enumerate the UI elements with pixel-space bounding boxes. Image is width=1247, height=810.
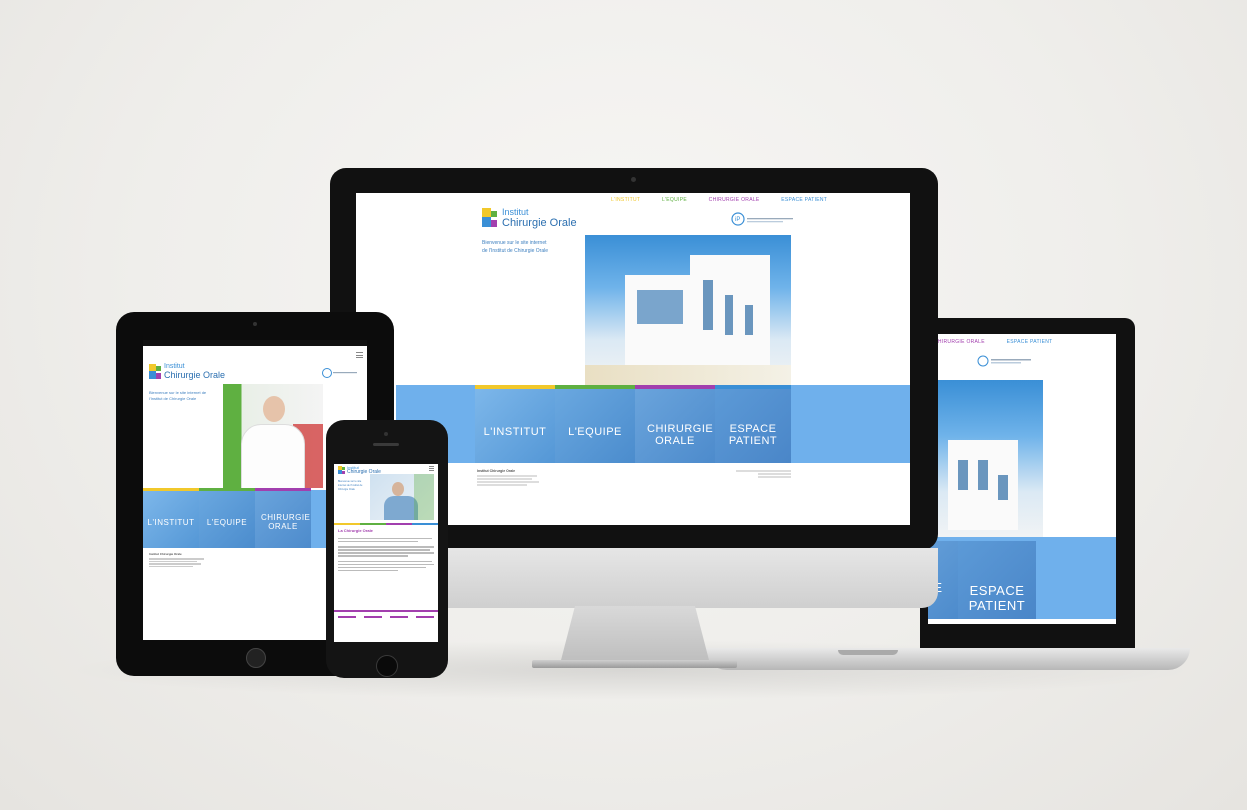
laptop-tile-espace[interactable]: ESPACE PATIENT bbox=[958, 541, 1036, 619]
ipad-tile-chirurgie[interactable]: CHIRURGIE ORALE bbox=[255, 491, 311, 548]
laptop-base bbox=[705, 648, 1190, 670]
ipad-home-button-icon[interactable] bbox=[246, 648, 266, 668]
iphone-link-4[interactable] bbox=[416, 616, 434, 618]
partner-logo: iP bbox=[730, 211, 800, 227]
laptop-nav: CHIRURGIE ORALE ESPACE PATIENT bbox=[934, 339, 1072, 345]
ipad-footer: Institut Chirurgie Orale bbox=[149, 552, 229, 568]
ipad-logo[interactable]: Institut Chirurgie Orale bbox=[149, 363, 239, 384]
intro-text: Bienvenue sur le site internet de l'Inst… bbox=[482, 240, 548, 254]
iphone-menu-icon[interactable] bbox=[429, 466, 434, 471]
logo-line1: Institut bbox=[502, 207, 529, 217]
iphone-link-2[interactable] bbox=[364, 616, 382, 618]
ipad-camera bbox=[253, 322, 257, 326]
iphone-nav-links bbox=[334, 610, 438, 612]
iphone-speaker bbox=[373, 443, 399, 446]
ipad-tile-equipe[interactable]: L'EQUIPE bbox=[199, 491, 255, 548]
ipad-status-bar bbox=[143, 340, 367, 346]
imac-nav: L'INSTITUT L'EQUIPE CHIRURGIE ORALE ESPA… bbox=[611, 197, 847, 203]
laptop-nav-chirurgie[interactable]: CHIRURGIE ORALE bbox=[934, 339, 985, 345]
laptop-hero-image bbox=[928, 380, 1043, 540]
ipad-partner-logo bbox=[321, 366, 361, 378]
footer-name: Institut Chirurgie Orale bbox=[477, 469, 516, 473]
laptop-nav-espace[interactable]: ESPACE PATIENT bbox=[1007, 339, 1053, 345]
tile-chirurgie[interactable]: CHIRURGIE ORALE bbox=[635, 389, 715, 463]
tile-equipe[interactable]: L'EQUIPE bbox=[555, 389, 635, 463]
laptop-screen: CHIRURGIE ORALE ESPACE PATIENT E ESPACE … bbox=[928, 334, 1116, 624]
laptop-partner-logo bbox=[976, 354, 1036, 368]
iphone-camera bbox=[384, 432, 388, 436]
imac-camera bbox=[631, 177, 636, 182]
tile-espace[interactable]: ESPACE PATIENT bbox=[715, 389, 791, 463]
iphone-intro: Bienvenue sur le site internet de l'Inst… bbox=[338, 480, 363, 491]
iphone-home-button-icon[interactable] bbox=[376, 655, 398, 677]
nav-chirurgie[interactable]: CHIRURGIE ORALE bbox=[709, 197, 760, 203]
nav-institut[interactable]: L'INSTITUT bbox=[611, 197, 640, 203]
iphone-body-text bbox=[338, 536, 434, 573]
laptop-notch bbox=[838, 650, 898, 655]
imac-stand-foot bbox=[532, 660, 737, 668]
site-logo[interactable]: Institut Chirurgie Orale bbox=[482, 207, 602, 234]
imac-stand bbox=[560, 606, 710, 664]
tile-institut[interactable]: L'INSTITUT bbox=[475, 389, 555, 463]
iphone-screen: Institut Chirurgie Orale Bienvenue sur l… bbox=[334, 460, 438, 642]
hero-building-image bbox=[585, 235, 791, 385]
iphone-hero-photo bbox=[370, 474, 434, 520]
iphone-heading: La Chirurgie Orale bbox=[338, 528, 373, 533]
ipad-tile-institut[interactable]: L'INSTITUT bbox=[143, 491, 199, 548]
iphone-link-3[interactable] bbox=[390, 616, 408, 618]
footer-address: Institut Chirurgie Orale bbox=[477, 469, 547, 487]
doctor-photo bbox=[223, 384, 323, 488]
ipad-intro: Bienvenue sur le site internet de l'Inst… bbox=[149, 390, 207, 401]
nav-equipe[interactable]: L'EQUIPE bbox=[662, 197, 687, 203]
svg-text:iP: iP bbox=[735, 217, 740, 223]
menu-icon[interactable] bbox=[356, 352, 363, 358]
logo-line2: Chirurgie Orale bbox=[502, 217, 577, 229]
iphone-link-1[interactable] bbox=[338, 616, 356, 618]
footer-contact bbox=[736, 469, 796, 479]
nav-espace[interactable]: ESPACE PATIENT bbox=[781, 197, 827, 203]
